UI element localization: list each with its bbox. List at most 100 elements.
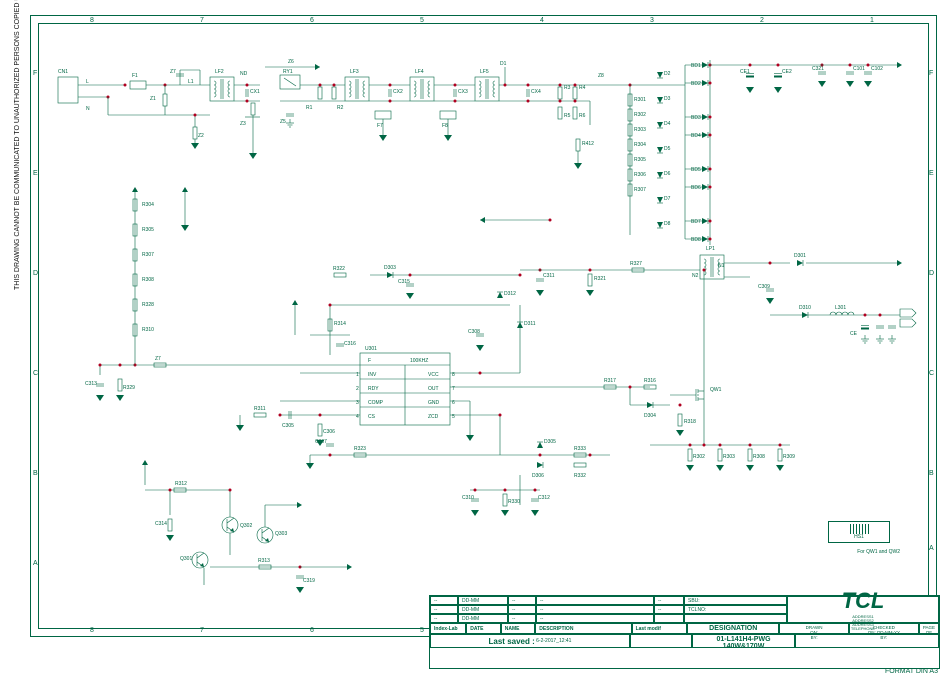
svg-text:Q303: Q303 <box>275 531 287 537</box>
svg-text:INV: INV <box>368 372 377 378</box>
svg-text:QW1: QW1 <box>710 387 722 393</box>
svg-text:Z7: Z7 <box>170 69 176 75</box>
svg-text:LF2: LF2 <box>215 69 224 75</box>
svg-text:Z1: Z1 <box>150 96 156 102</box>
svg-text:Z5: Z5 <box>280 119 286 125</box>
svg-text:R322: R322 <box>333 266 345 272</box>
svg-text:F: F <box>368 358 371 364</box>
svg-text:R317: R317 <box>604 378 616 384</box>
svg-text:R333: R333 <box>574 446 586 452</box>
svg-text:R316: R316 <box>644 378 656 384</box>
svg-text:C316: C316 <box>344 341 356 347</box>
svg-text:RDY: RDY <box>368 386 379 392</box>
svg-text:C305: C305 <box>282 423 294 429</box>
svg-text:Z2: Z2 <box>198 133 204 139</box>
format-label: FORMAT DIN A3 <box>885 668 938 675</box>
svg-text:BD8: BD8 <box>691 237 701 243</box>
svg-text:D8: D8 <box>664 221 671 227</box>
svg-text:C312: C312 <box>538 495 550 501</box>
svg-text:CE: CE <box>850 331 858 337</box>
svg-text:D305: D305 <box>544 439 556 445</box>
svg-text:CE1: CE1 <box>740 69 750 75</box>
svg-text:R332: R332 <box>574 473 586 479</box>
svg-text:C315: C315 <box>398 279 410 285</box>
svg-text:R313: R313 <box>258 558 270 564</box>
svg-text:D1: D1 <box>500 61 507 67</box>
svg-text:R314: R314 <box>334 321 346 327</box>
svg-text:BD1: BD1 <box>691 63 701 69</box>
svg-text:R328: R328 <box>142 302 154 308</box>
svg-text:LP1: LP1 <box>706 246 715 252</box>
svg-text:R303: R303 <box>634 127 646 133</box>
svg-text:C306: C306 <box>323 429 335 435</box>
svg-text:CE2: CE2 <box>782 69 792 75</box>
svg-text:C313: C313 <box>85 381 97 387</box>
svg-text:C308: C308 <box>468 329 480 335</box>
svg-text:R5: R5 <box>564 113 571 119</box>
svg-text:L: L <box>86 79 89 85</box>
svg-text:C311: C311 <box>543 273 555 279</box>
svg-text:Z7: Z7 <box>155 356 161 362</box>
svg-text:R304: R304 <box>142 202 154 208</box>
svg-text:OUT: OUT <box>428 386 439 392</box>
svg-text:VCC: VCC <box>428 372 439 378</box>
svg-text:Z8: Z8 <box>598 73 604 79</box>
svg-text:C307: C307 <box>315 439 327 445</box>
svg-text:L1: L1 <box>188 79 194 85</box>
svg-text:Z6: Z6 <box>288 59 294 65</box>
svg-text:R323: R323 <box>354 446 366 452</box>
svg-text:CX3: CX3 <box>458 89 468 95</box>
svg-text:CX2: CX2 <box>393 89 403 95</box>
svg-text:RY1: RY1 <box>283 69 293 75</box>
tb-index: Index-Lab <box>430 623 466 634</box>
tb-ddmm: DD-MM <box>458 596 508 605</box>
svg-text:R1: R1 <box>306 105 313 111</box>
svg-text:R329: R329 <box>123 385 135 391</box>
tb-tclno: TCLNO: <box>684 605 787 614</box>
svg-text:D306: D306 <box>532 473 544 479</box>
svg-text:R308: R308 <box>753 454 765 460</box>
svg-text:D303: D303 <box>384 265 396 271</box>
svg-text:ZCD: ZCD <box>428 414 439 420</box>
svg-text:R2: R2 <box>337 105 344 111</box>
svg-text:L301: L301 <box>835 305 846 311</box>
svg-text:BD4: BD4 <box>691 133 701 139</box>
schematic-svg: CN1 NL F1 Z1 Z7 L1 Z2 LF2 ND CX1 Z3 Z6 R… <box>30 15 935 635</box>
svg-text:C101: C101 <box>853 66 865 72</box>
tb-power: 140W&170W <box>723 643 765 650</box>
svg-text:F8: F8 <box>442 123 448 129</box>
svg-text:COMP: COMP <box>368 400 384 406</box>
svg-text:LF5: LF5 <box>480 69 489 75</box>
svg-text:R412: R412 <box>582 141 594 147</box>
svg-text:CS: CS <box>368 414 376 420</box>
svg-text:R307: R307 <box>142 252 154 258</box>
svg-text:R305: R305 <box>142 227 154 233</box>
svg-text:CN1: CN1 <box>58 69 68 75</box>
svg-text:R303: R303 <box>723 454 735 460</box>
svg-text:R301: R301 <box>634 97 646 103</box>
svg-text:D310: D310 <box>799 305 811 311</box>
svg-text:D3: D3 <box>664 96 671 102</box>
svg-text:BD6: BD6 <box>691 185 701 191</box>
tb-desig-lbl: DESIGNATION <box>709 625 757 632</box>
svg-text:BD2: BD2 <box>691 81 701 87</box>
svg-text:R3: R3 <box>564 85 571 91</box>
svg-text:C309: C309 <box>758 284 770 290</box>
svg-text:R307: R307 <box>634 187 646 193</box>
svg-text:BD7: BD7 <box>691 219 701 225</box>
last-saved-value: 6-2-2017_12:41 <box>536 638 571 644</box>
svg-text:D311: D311 <box>524 321 536 327</box>
svg-text:BD5: BD5 <box>691 167 701 173</box>
svg-text:C314: C314 <box>155 521 167 527</box>
svg-text:Z3: Z3 <box>240 121 246 127</box>
svg-text:D2: D2 <box>664 71 671 77</box>
svg-text:C310: C310 <box>462 495 474 501</box>
svg-text:R310: R310 <box>142 327 154 333</box>
svg-text:R321: R321 <box>594 276 606 282</box>
tb-partno: 01-L141H4-PWG <box>716 636 770 643</box>
svg-text:GND: GND <box>428 400 440 406</box>
svg-text:D6: D6 <box>664 171 671 177</box>
svg-text:CX4: CX4 <box>531 89 541 95</box>
svg-text:R302: R302 <box>634 112 646 118</box>
svg-text:ND: ND <box>240 71 248 77</box>
